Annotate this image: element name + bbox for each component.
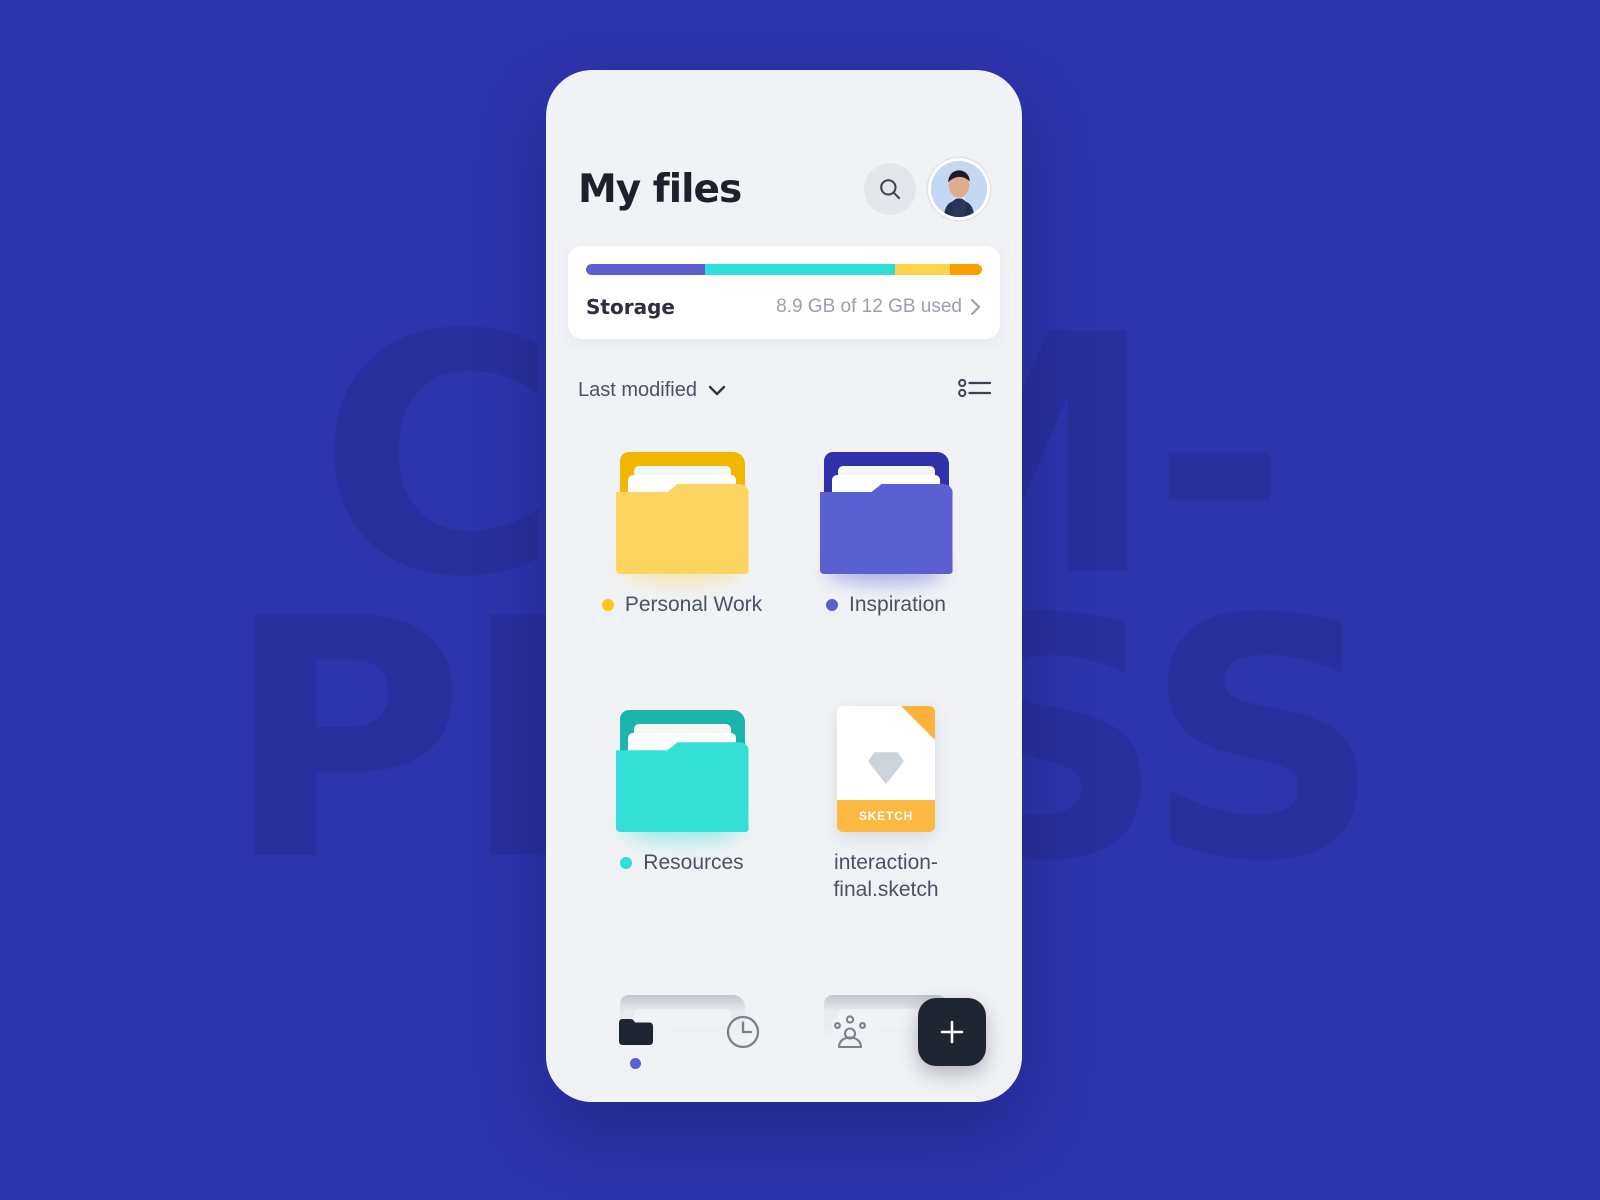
- chevron-down-icon: [708, 385, 726, 396]
- folder-graphic: [819, 452, 953, 584]
- clock-icon: [726, 1015, 760, 1049]
- storage-segment-other: [950, 264, 982, 275]
- file-label: Inspiration: [826, 592, 946, 618]
- phone-frame: My files Storage 8.9 GB of 12 GB used La…: [546, 70, 1022, 1102]
- file-type-badge: SKETCH: [837, 800, 935, 833]
- page-fold-corner: [901, 706, 935, 741]
- nav-active-indicator: [630, 1058, 642, 1069]
- nav-item-recent[interactable]: [689, 1013, 796, 1051]
- sort-dropdown[interactable]: Last modified: [578, 379, 726, 402]
- storage-segment-documents: [586, 264, 705, 275]
- page-title: My files: [578, 166, 742, 212]
- sketch-file-graphic: SKETCH: [837, 706, 935, 833]
- folder-item[interactable]: Resources: [580, 686, 784, 903]
- folder-color-dot: [826, 599, 839, 612]
- list-view-icon: [958, 378, 992, 398]
- sort-label: Last modified: [578, 379, 697, 401]
- grid-row-spacer: [580, 903, 988, 971]
- toolbar: Last modified: [546, 339, 1022, 406]
- add-button[interactable]: [917, 998, 986, 1066]
- search-icon: [880, 179, 901, 200]
- shared-people-icon: [834, 1015, 867, 1049]
- folder-graphic: [615, 710, 749, 843]
- file-thumbnail: SKETCH: [837, 700, 935, 833]
- folder-color-dot: [601, 599, 614, 612]
- storage-card[interactable]: Storage 8.9 GB of 12 GB used: [568, 246, 1000, 339]
- storage-usage-bar: [586, 264, 982, 275]
- folder-color-dot: [620, 857, 633, 870]
- avatar-photo: [931, 161, 987, 217]
- storage-used-group: 8.9 GB of 12 GB used: [776, 296, 982, 318]
- folder-graphic: [615, 452, 749, 584]
- file-name: Inspiration: [849, 593, 946, 616]
- sketch-gem-icon: [868, 752, 904, 785]
- folder-glow: [621, 818, 742, 843]
- chevron-right-icon: [970, 298, 981, 316]
- storage-segment-media: [704, 264, 895, 275]
- folder-item[interactable]: Personal Work: [580, 428, 784, 618]
- avatar[interactable]: [928, 158, 990, 220]
- file-thumbnail: [615, 700, 749, 843]
- storage-label: Storage: [586, 295, 675, 319]
- folder-icon: [618, 1019, 653, 1045]
- plus-icon: [940, 1020, 964, 1044]
- file-label: Personal Work: [601, 592, 763, 618]
- app-header: My files: [546, 70, 1022, 220]
- file-thumbnail: [615, 442, 749, 584]
- nav-item-shared[interactable]: [797, 1013, 904, 1051]
- file-thumbnail: [819, 442, 953, 584]
- file-name: Personal Work: [624, 593, 763, 616]
- folder-item[interactable]: Inspiration: [784, 428, 988, 618]
- file-name: interaction-final.sketch: [833, 851, 939, 901]
- file-item[interactable]: SKETCH interaction-final.sketch: [784, 686, 988, 903]
- view-toggle-button[interactable]: [958, 375, 992, 406]
- folder-glow: [825, 560, 946, 584]
- search-button[interactable]: [864, 163, 916, 215]
- backdrop: COM- PRESS My files: [0, 0, 1600, 1200]
- nav-item-files[interactable]: [582, 1017, 689, 1069]
- file-label: Resources: [620, 850, 744, 876]
- bottom-nav: [546, 984, 1022, 1102]
- grid-row-spacer: [580, 618, 988, 686]
- file-label: interaction-final.sketch: [799, 850, 974, 903]
- folder-glow: [621, 560, 742, 584]
- storage-segment-design: [894, 264, 951, 275]
- storage-used-text: 8.9 GB of 12 GB used: [776, 296, 962, 317]
- file-name: Resources: [643, 851, 744, 875]
- header-actions: [864, 158, 990, 220]
- storage-info-row: Storage 8.9 GB of 12 GB used: [586, 295, 982, 319]
- avatar-illustration: [931, 161, 987, 217]
